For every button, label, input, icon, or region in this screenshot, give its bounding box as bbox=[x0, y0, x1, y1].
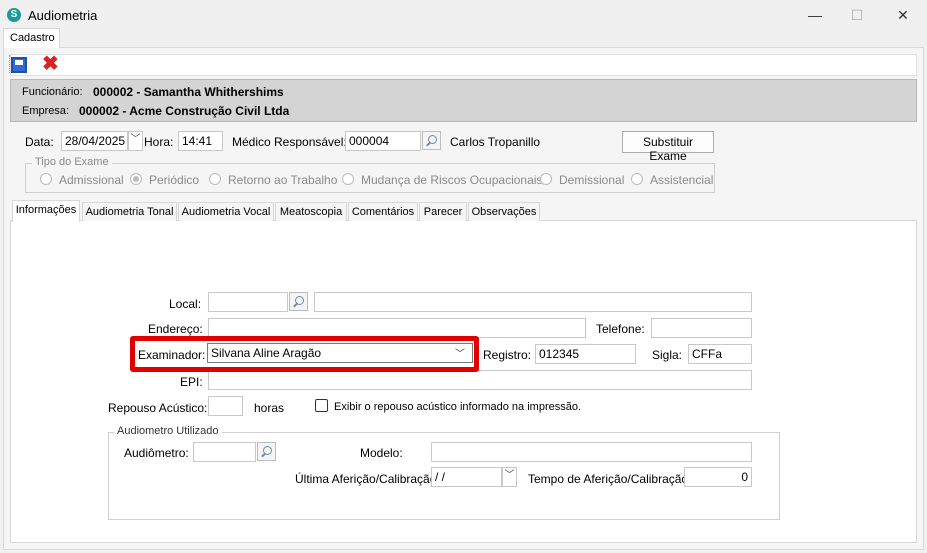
exibir-repouso-checkbox[interactable] bbox=[315, 399, 328, 412]
tempo-afericao-input[interactable]: 0 bbox=[684, 467, 752, 487]
repouso-input[interactable] bbox=[208, 396, 243, 416]
close-window-button[interactable]: ✕ bbox=[888, 4, 918, 26]
endereco-input[interactable] bbox=[208, 318, 586, 338]
modelo-label: Modelo: bbox=[360, 446, 403, 460]
tab-parecer[interactable]: Parecer bbox=[419, 202, 467, 221]
tempo-afericao-label: Tempo de Aferição/Calibração: bbox=[528, 472, 692, 486]
registro-input[interactable]: 012345 bbox=[535, 344, 636, 364]
afericao-date-picker-button[interactable]: ﹀ bbox=[502, 467, 517, 487]
hora-input[interactable]: 14:41 bbox=[178, 131, 223, 151]
toolbar bbox=[10, 54, 917, 76]
sigla-label: Sigla: bbox=[652, 348, 683, 362]
radio-mudanca[interactable] bbox=[342, 173, 354, 185]
radio-admissional-label: Admissional bbox=[59, 173, 124, 187]
radio-demissional[interactable] bbox=[540, 173, 552, 185]
radio-assistencial-label: Assistencial bbox=[650, 173, 714, 187]
exibir-repouso-label: Exibir o repouso acústico informado na i… bbox=[334, 401, 582, 413]
tab-comentarios[interactable]: Comentários bbox=[348, 202, 418, 221]
tab-meatoscopia[interactable]: Meatoscopia bbox=[275, 202, 347, 221]
local-code-input[interactable] bbox=[208, 292, 288, 312]
audiometro-input[interactable] bbox=[193, 442, 256, 462]
local-label: Local: bbox=[169, 297, 202, 311]
empresa-value: 000002 - Acme Construção Civil Ltda bbox=[79, 104, 290, 118]
tab-audiometria-tonal[interactable]: Audiometria Tonal bbox=[82, 202, 177, 221]
radio-mudanca-label: Mudança de Riscos Ocupacionais bbox=[361, 173, 543, 187]
funcionario-label: Funcionário: bbox=[22, 86, 83, 98]
afericao-label: Última Aferição/Calibração: bbox=[295, 472, 440, 486]
medico-search-icon[interactable] bbox=[422, 131, 441, 150]
funcionario-value: 000002 - Samantha Whithershims bbox=[93, 85, 284, 99]
modelo-input[interactable] bbox=[431, 442, 752, 462]
radio-retorno[interactable] bbox=[209, 173, 221, 185]
horas-label: horas bbox=[254, 401, 285, 415]
sigla-input[interactable]: CFFa bbox=[688, 344, 752, 364]
radio-demissional-label: Demissional bbox=[559, 173, 625, 187]
window-title: Audiometria bbox=[28, 8, 98, 23]
afericao-input[interactable]: / / bbox=[431, 467, 502, 487]
tab-cadastro[interactable]: Cadastro bbox=[3, 28, 60, 48]
audiometro-search-icon[interactable] bbox=[257, 442, 276, 461]
minimize-button[interactable]: — bbox=[800, 4, 830, 26]
radio-periodico[interactable] bbox=[130, 173, 142, 185]
audiometro-label: Audiômetro: bbox=[124, 446, 189, 460]
radio-periodico-label: Periódico bbox=[149, 173, 200, 187]
medico-name: Carlos Tropanillo bbox=[450, 135, 541, 149]
epi-input[interactable] bbox=[208, 370, 752, 390]
audiometro-title: Audiometro Utilizado bbox=[114, 425, 222, 437]
medico-code-input[interactable]: 000004 bbox=[345, 131, 421, 151]
tab-audiometria-vocal[interactable]: Audiometria Vocal bbox=[178, 202, 274, 221]
endereco-label: Endereço: bbox=[148, 322, 203, 336]
tipo-exame-title: Tipo do Exame bbox=[32, 156, 112, 168]
date-picker-button[interactable]: ﹀ bbox=[128, 131, 143, 151]
hora-label: Hora: bbox=[144, 135, 174, 149]
medico-label: Médico Responsável: bbox=[232, 135, 347, 149]
substituir-exame-button[interactable]: Substituir Exame bbox=[622, 131, 714, 163]
cancel-icon[interactable]: ✖ bbox=[42, 53, 59, 75]
local-search-icon[interactable] bbox=[289, 292, 308, 311]
examinador-highlight-box bbox=[130, 336, 479, 372]
tab-observacoes[interactable]: Observações bbox=[468, 202, 540, 221]
window-titlebar bbox=[0, 0, 927, 30]
data-input[interactable]: 28/04/2025 bbox=[61, 131, 128, 151]
empresa-label: Empresa: bbox=[22, 105, 70, 117]
repouso-label: Repouso Acústico: bbox=[108, 401, 208, 415]
tab-informacoes[interactable]: Informações bbox=[12, 200, 80, 222]
telefone-input[interactable] bbox=[651, 318, 752, 338]
toolbar-grip bbox=[9, 55, 10, 73]
radio-retorno-label: Retorno ao Trabalho bbox=[228, 173, 338, 187]
local-name-input[interactable] bbox=[314, 292, 752, 312]
epi-label: EPI: bbox=[180, 375, 203, 389]
data-label: Data: bbox=[25, 135, 54, 149]
registro-label: Registro: bbox=[483, 348, 532, 362]
radio-assistencial[interactable] bbox=[631, 173, 643, 185]
app-icon: S bbox=[7, 8, 21, 22]
radio-admissional[interactable] bbox=[40, 173, 52, 185]
save-icon[interactable] bbox=[11, 57, 27, 73]
telefone-label: Telefone: bbox=[596, 322, 645, 336]
maximize-button[interactable]: ☐ bbox=[842, 4, 872, 26]
